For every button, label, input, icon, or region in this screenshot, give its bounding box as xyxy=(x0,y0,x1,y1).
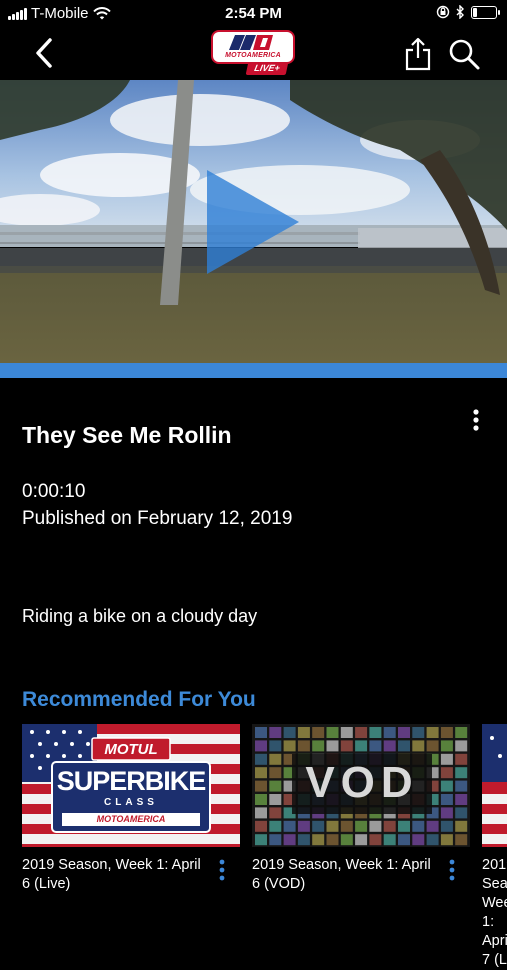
video-title: They See Me Rollin xyxy=(22,422,232,448)
partial-thumbnail-art xyxy=(482,724,507,847)
thumb-brand: MOTUL xyxy=(104,741,158,758)
logo-badge: MOTOAMERICA xyxy=(211,30,295,64)
logo-live-badge: LIVE+ xyxy=(245,62,289,75)
bluetooth-icon xyxy=(456,5,464,19)
card-thumbnail[interactable]: VOD xyxy=(252,724,470,847)
video-description: Riding a bike on a cloudy day xyxy=(22,606,258,626)
status-right xyxy=(436,5,500,19)
thumb-footer: MOTOAMERICA xyxy=(62,813,200,826)
status-time: 2:54 PM xyxy=(225,5,282,22)
logo-mark xyxy=(229,35,273,50)
video-duration: 0:00:10 xyxy=(22,481,86,502)
motoamerica-live-logo: MOTOAMERICA LIVE+ xyxy=(211,30,297,78)
video-progress-bar[interactable] xyxy=(0,363,507,378)
card-title[interactable]: 2019 Season, Week 1: April 7 (L xyxy=(482,856,507,970)
back-button[interactable] xyxy=(30,36,60,70)
publish-date: Published on February 12, 2019 xyxy=(22,508,293,529)
card-title[interactable]: 2019 Season, Week 1: April 6 (VOD) xyxy=(252,856,432,894)
share-button[interactable] xyxy=(402,36,434,72)
battery-icon xyxy=(471,5,500,19)
battery-level xyxy=(473,7,477,17)
card-thumbnail[interactable] xyxy=(482,724,507,847)
more-options-button[interactable] xyxy=(468,408,484,434)
card-thumbnail[interactable]: MOTUL SUPERBIKE CLASS MOTOAMERICA xyxy=(22,724,240,847)
recommended-heading: Recommended For You xyxy=(22,688,256,711)
nav-bar: MOTOAMERICA LIVE+ xyxy=(0,28,507,80)
card-title[interactable]: 2019 Season, Week 1: April 6 (Live) xyxy=(22,856,202,894)
card-more-options-button[interactable] xyxy=(446,859,458,881)
thumb-line2: CLASS xyxy=(104,797,158,808)
thumb-vod-text: VOD xyxy=(305,758,419,807)
video-player[interactable] xyxy=(0,80,507,363)
orientation-lock-icon xyxy=(436,5,450,19)
status-bar: T-Mobile 2:54 PM xyxy=(0,0,507,28)
play-icon[interactable] xyxy=(207,170,302,275)
logo-wordmark: MOTOAMERICA xyxy=(225,52,281,59)
thumb-line1: SUPERBIKE xyxy=(56,766,207,796)
search-button[interactable] xyxy=(446,36,482,72)
video-progress-fill xyxy=(0,363,507,378)
card-more-options-button[interactable] xyxy=(216,859,228,881)
